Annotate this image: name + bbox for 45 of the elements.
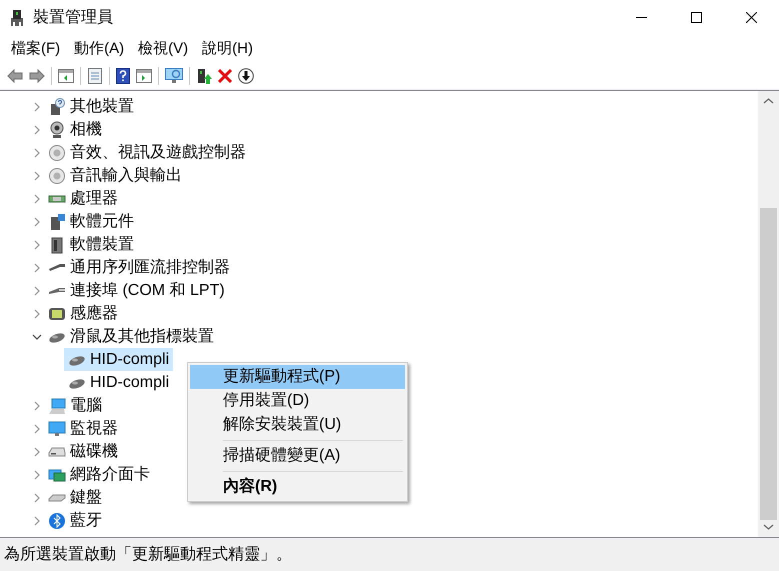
status-bar: 為所選裝置啟動「更新驅動程式精靈」。 (0, 538, 779, 571)
menu-item[interactable]: 動作(A) (67, 35, 132, 63)
tree-item[interactable]: 相機 (70, 118, 102, 141)
tree-item[interactable]: 監視器 (70, 417, 118, 440)
component-icon (48, 212, 66, 230)
unknown-device-icon (48, 98, 66, 116)
tree-item[interactable]: 通用序列匯流排控制器 (70, 256, 230, 279)
tree-item[interactable]: 音效、視訊及遊戲控制器 (70, 141, 246, 164)
tree-item[interactable]: HID-compli (64, 348, 174, 371)
tree-item[interactable]: 磁碟機 (70, 440, 118, 463)
context-menu-item[interactable]: 停用裝置(D) (190, 389, 405, 413)
tree-item[interactable]: 軟體裝置 (70, 233, 134, 256)
speaker-icon (48, 144, 66, 162)
window-title: 裝置管理員 (33, 8, 113, 28)
bluetooth-icon (48, 512, 66, 530)
usb-plug-icon (48, 263, 66, 272)
scrollbar[interactable] (758, 91, 779, 537)
close-icon (746, 12, 757, 23)
menu-item[interactable]: 檔案(F) (4, 35, 68, 63)
context-menu-item[interactable]: 掃描硬體變更(A) (190, 444, 405, 468)
tree-item[interactable]: 其他裝置 (70, 95, 134, 118)
tree-item[interactable]: HID-compli (64, 371, 174, 394)
webcam-icon (48, 120, 66, 138)
context-menu-item[interactable]: 解除安裝裝置(U) (190, 413, 405, 437)
tree-item[interactable]: 滑鼠及其他指標裝置 (70, 325, 214, 348)
context-menu-item[interactable]: 內容(R) (190, 475, 405, 499)
tree-item[interactable]: 音訊輸入與輸出 (70, 164, 182, 187)
computer-icon (48, 396, 66, 414)
tree-item[interactable]: 感應器 (70, 302, 118, 325)
menu-item[interactable]: 說明(H) (195, 35, 260, 63)
tree-item[interactable]: 電腦 (70, 394, 102, 417)
tree-item[interactable]: 網路介面卡 (70, 463, 150, 486)
tree-item[interactable]: 鍵盤 (70, 486, 102, 509)
tree-item[interactable]: 連接埠 (COM 和 LPT) (70, 279, 225, 302)
tree-item[interactable]: 藍牙 (70, 509, 102, 532)
menu-item[interactable]: 檢視(V) (131, 35, 196, 63)
keyboard-icon (48, 494, 66, 502)
tree-item[interactable]: 處理器 (70, 187, 118, 210)
maximize-icon (691, 12, 702, 23)
drive-icon (48, 446, 66, 456)
tree-item[interactable]: 軟體元件 (70, 210, 134, 233)
speaker-icon (48, 166, 66, 184)
context-menu-item[interactable]: 更新驅動程式(P) (190, 365, 405, 389)
monitor-icon (48, 420, 66, 438)
port-connector-icon (48, 286, 66, 294)
